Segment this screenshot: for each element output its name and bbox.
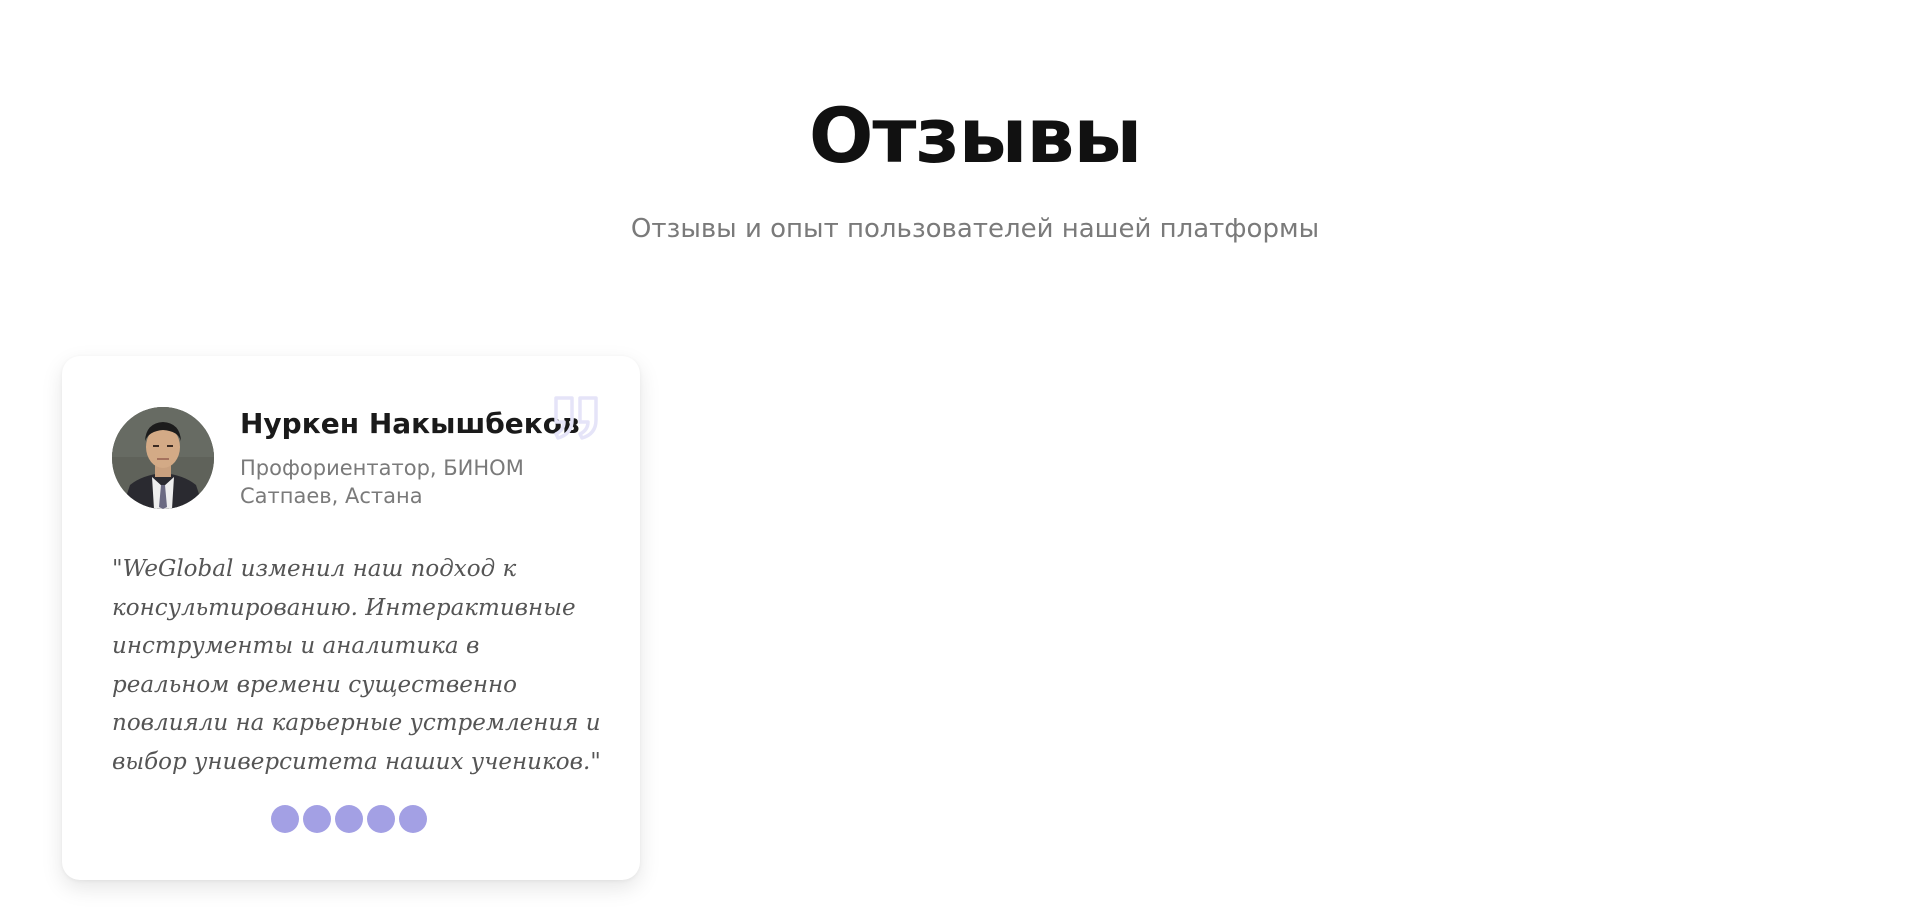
avatar (112, 407, 214, 509)
section-subtitle: Отзывы и опыт пользователей нашей платфо… (630, 214, 1320, 244)
testimonial-card: Нуркен Накышбеков Профориентатор, БИНОМ … (62, 356, 640, 880)
rating-dot (367, 805, 395, 833)
section-title: Отзывы (808, 91, 1142, 180)
rating-dot (399, 805, 427, 833)
reviewer-role: Профориентатор, БИНОМ Сатпаев, Астана (240, 456, 524, 508)
rating-dot (335, 805, 363, 833)
reviewer-name: Нуркен Накышбеков (240, 407, 580, 440)
rating-dot (271, 805, 299, 833)
rating (271, 805, 427, 835)
rating-dot (303, 805, 331, 833)
testimonials-section: Отзывы Отзывы и опыт пользователей нашей… (0, 0, 1920, 912)
testimonial-quote: "WeGlobal изменил наш подход к консульти… (112, 556, 601, 775)
quote-icon (552, 394, 602, 442)
avatar-photo (112, 407, 214, 509)
